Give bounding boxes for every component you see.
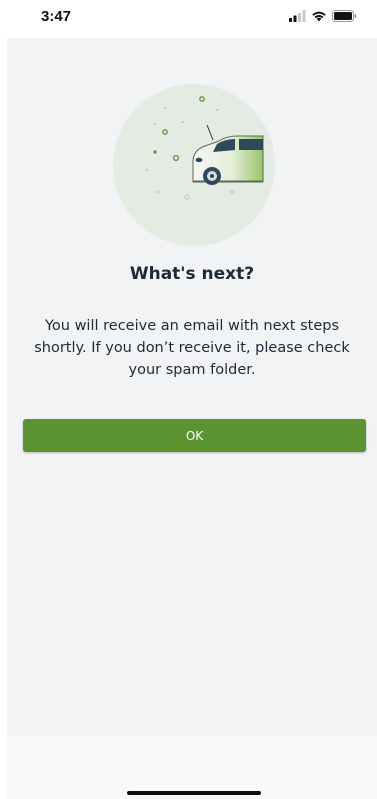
dialog-message: You will receive an email with next step… <box>34 318 350 378</box>
battery-icon <box>332 10 357 22</box>
ok-button[interactable]: OK <box>23 419 366 452</box>
bottom-bar <box>7 736 377 799</box>
home-indicator[interactable] <box>127 791 261 795</box>
status-time: 3:47 <box>41 8 72 25</box>
signal-icon <box>289 10 306 22</box>
status-bar: 3:47 <box>0 0 377 38</box>
status-icons <box>289 10 357 22</box>
screen: 3:47 What's next? You will receive an em… <box>0 0 377 799</box>
car-illustration-icon <box>113 84 275 246</box>
dialog-title: What's next? <box>129 264 255 284</box>
wifi-icon <box>312 11 326 22</box>
main-content: What's next? You will receive an email w… <box>7 38 377 736</box>
